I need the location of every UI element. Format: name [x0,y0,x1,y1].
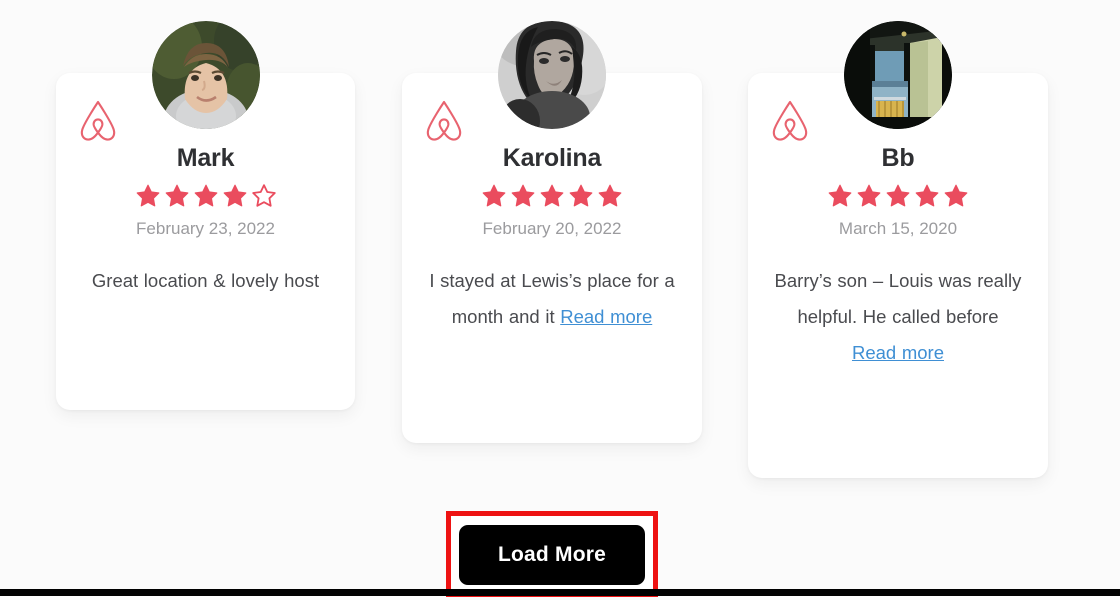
reviewer-name: Bb [881,144,915,172]
airbnb-belo-icon [78,99,118,142]
review-date: March 15, 2020 [838,219,958,238]
review-text: I stayed at Lewis’s place for a month an… [416,263,688,335]
reviewer-name: Karolina [502,144,602,172]
star-filled-icon [165,184,188,207]
review-date: February 20, 2022 [482,219,622,238]
airbnb-belo-icon [424,99,464,142]
star-filled-icon [857,184,881,207]
review-card[interactable]: Karolina February 20, 2022 I stayed at L… [402,21,702,443]
review-card[interactable]: Mark February 23, 2022 Great location & … [56,21,355,410]
review-body: Barry’s son – Louis was really helpful. … [774,270,1022,327]
read-more-link[interactable]: Read more [852,342,944,363]
avatar [151,21,260,129]
review-content: Bb March 15, 2020 Barry’s son – Louis wa… [748,143,1048,371]
review-date: February 23, 2022 [136,219,275,238]
avatar [498,21,606,129]
review-text: Barry’s son – Louis was really helpful. … [762,263,1034,371]
star-rating [416,183,688,209]
star-filled-icon [569,184,593,207]
star-filled-icon [136,184,159,207]
star-filled-icon [886,184,910,207]
star-filled-icon [598,184,622,207]
reviewer-name: Mark [176,144,235,172]
star-filled-icon [482,184,506,207]
star-filled-icon [194,184,217,207]
star-filled-icon [223,184,246,207]
airbnb-belo-icon [770,99,810,142]
star-rating [762,183,1034,209]
bottom-bar [0,589,1120,596]
review-content: Karolina February 20, 2022 I stayed at L… [402,143,702,335]
star-filled-icon [915,184,939,207]
review-card[interactable]: Bb March 15, 2020 Barry’s son – Louis wa… [748,21,1048,478]
star-outline-icon [251,184,276,207]
read-more-link[interactable]: Read more [560,306,652,327]
star-filled-icon [540,184,564,207]
star-filled-icon [511,184,535,207]
avatar [844,21,952,129]
reviews-grid: Mark February 23, 2022 Great location & … [0,0,1120,500]
review-content: Mark February 23, 2022 Great location & … [56,143,355,299]
review-body: Great location & lovely host [91,270,320,291]
review-text: Great location & lovely host [70,263,341,299]
load-more-button[interactable]: Load More [459,525,645,585]
star-rating [70,183,341,209]
star-filled-icon [944,184,968,207]
star-filled-icon [828,184,852,207]
